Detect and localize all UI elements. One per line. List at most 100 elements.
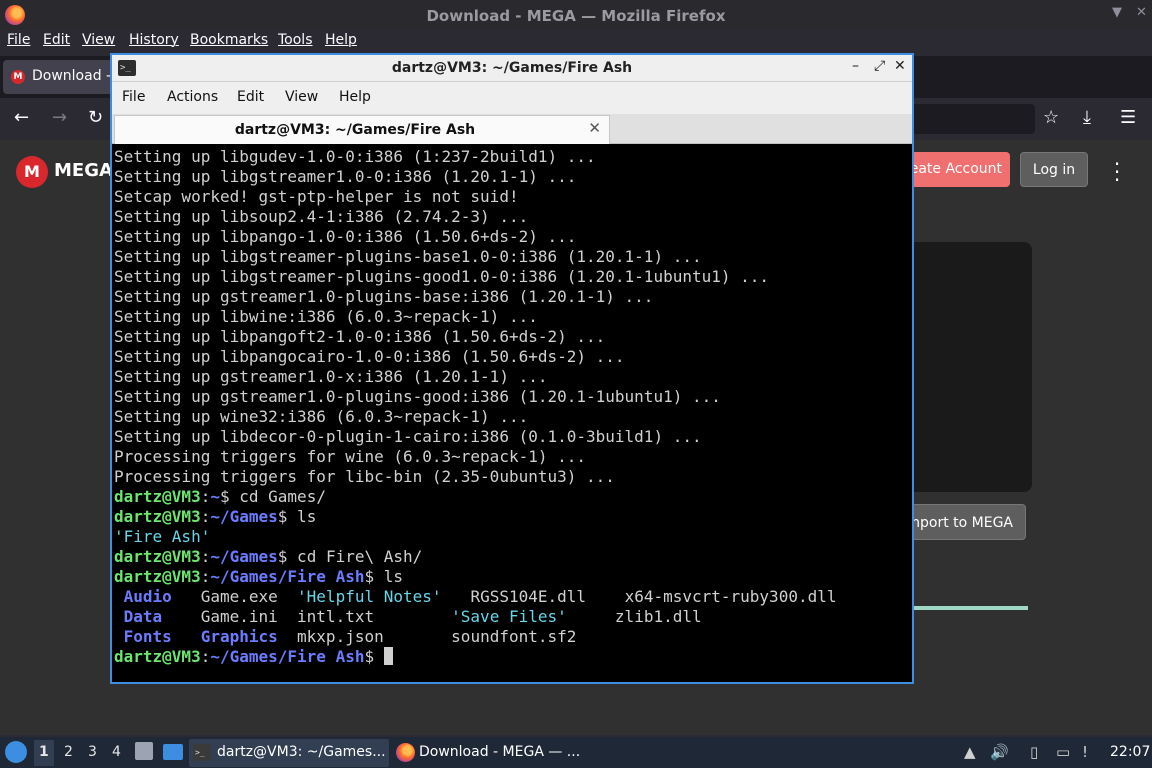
volume-icon[interactable]: 🔊 (990, 743, 1009, 761)
minimize-icon[interactable]: – (852, 58, 859, 74)
bookmark-star-icon[interactable]: ☆ (1043, 107, 1059, 128)
terminal-task-label: dartz@VM3: ~/Games... (217, 744, 386, 760)
ls-entry: 'Save Files' (451, 607, 567, 626)
term-menu-edit[interactable]: Edit (237, 89, 264, 105)
command-text: cd Fire\ Ash/ (287, 547, 423, 566)
prompt-user: dartz@VM3 (114, 547, 201, 566)
output-line: Processing triggers for wine (6.0.3~repa… (114, 447, 587, 466)
menu-file[interactable]: File (7, 32, 30, 48)
show-desktop-icon[interactable] (163, 744, 183, 760)
output-line: Setting up libwine:i386 (6.0.3~repack-1)… (114, 307, 538, 326)
term-menu-actions[interactable]: Actions (167, 89, 218, 105)
prompt-dollar: $ (219, 487, 230, 506)
ls-output-line: Data Game.ini intl.txt 'Save Files' zlib… (114, 607, 910, 627)
close-icon[interactable]: ✕ (1136, 5, 1147, 20)
workspace-2[interactable]: 2 (64, 744, 73, 760)
mega-wordmark[interactable]: MEGA (54, 160, 113, 181)
output-line: Setting up gstreamer1.0-x:i386 (1.20.1-1… (114, 367, 548, 386)
ls-spacing (172, 587, 201, 606)
ls-entry: Audio (114, 587, 172, 606)
command-text: ls (287, 507, 317, 526)
ls-spacing (586, 587, 625, 606)
terminal-output[interactable]: Setting up libgudev-1.0-0:i386 (1:237-2b… (114, 147, 910, 682)
command-line: dartz@VM3:~/Games/Fire Ash$ ls (114, 567, 910, 587)
ls-entry: x64-msvcrt-ruby300.dll (624, 587, 837, 606)
mega-logo-icon[interactable]: M (16, 156, 48, 188)
command-line: dartz@VM3:~/Games$ cd Fire\ Ash/ (114, 547, 910, 567)
workspace-1[interactable]: 1 (39, 744, 49, 760)
ls-output-line: Fonts Graphics mkxp.json soundfont.sf2 (114, 627, 910, 647)
prompt-sep: : (200, 507, 211, 526)
prompt-sep: : (200, 547, 211, 566)
output-line: Setting up gstreamer1.0-plugins-base:i38… (114, 287, 654, 306)
url-bar[interactable] (905, 104, 1035, 134)
ls-entry: Graphics (200, 627, 278, 646)
taskbar-terminal-task[interactable]: >_ dartz@VM3: ~/Games... (189, 739, 389, 767)
menu-help[interactable]: Help (325, 32, 357, 48)
output-line: Setting up libpangocairo-1.0-0:i386 (1.5… (114, 347, 625, 366)
minimize-icon[interactable]: ▼ (1112, 5, 1122, 20)
menu-view[interactable]: View (82, 32, 115, 48)
back-icon[interactable]: ← (14, 107, 29, 128)
prompt-sep: : (200, 567, 211, 586)
prompt-dollar: $ (364, 567, 375, 586)
menu-tools[interactable]: Tools (278, 32, 313, 48)
ls-entry: Fonts (114, 627, 172, 646)
prompt-path: ~ (210, 487, 220, 506)
taskbar-firefox-task[interactable]: Download - MEGA — ... (393, 739, 593, 767)
network-icon[interactable]: ▭ (1056, 743, 1070, 761)
notification-icon[interactable]: ! (1082, 743, 1088, 761)
tray-up-arrow-icon[interactable]: ▲ (964, 743, 976, 761)
more-options-icon[interactable]: · · · (1112, 154, 1122, 190)
terminal-titlebar[interactable]: >_ dartz@VM3: ~/Games/Fire Ash – ⤢ ✕ (112, 55, 912, 82)
ls-entry: 'Helpful Notes' (297, 587, 442, 606)
menu-history[interactable]: History (129, 32, 179, 48)
terminal-tab[interactable]: dartz@VM3: ~/Games/Fire Ash ✕ (114, 115, 610, 144)
clock: 22:07 (1110, 744, 1151, 760)
current-prompt-line: dartz@VM3:~/Games/Fire Ash$ (114, 647, 910, 667)
downloads-icon[interactable]: ⤓ (1083, 107, 1091, 128)
import-to-mega-button[interactable]: mport to MEGA (898, 504, 1026, 540)
prompt-sep: : (200, 647, 211, 666)
maximize-icon[interactable]: ⤢ (874, 58, 885, 74)
prompt-path: ~/Games/Fire Ash (210, 647, 365, 666)
firefox-task-icon (396, 743, 415, 762)
login-button[interactable]: Log in (1020, 152, 1088, 187)
menu-bookmarks[interactable]: Bookmarks (190, 32, 268, 48)
ls-entry-quoted-dir: 'Fire Ash' (114, 527, 211, 546)
ls-spacing (567, 607, 615, 626)
workspace-4[interactable]: 4 (112, 744, 121, 760)
hamburger-menu-icon[interactable]: ☰ (1120, 107, 1136, 128)
firefox-titlebar: Download - MEGA — Mozilla Firefox ▼ ✕ (0, 0, 1152, 30)
ls-entry: Game.ini (200, 607, 278, 626)
tab-close-icon[interactable]: ✕ (588, 119, 601, 137)
ls-entry: mkxp.json (297, 627, 384, 646)
workspace-3[interactable]: 3 (88, 744, 97, 760)
forward-icon[interactable]: → (52, 107, 67, 128)
start-menu-icon[interactable] (5, 741, 27, 763)
command-text: ls (374, 567, 404, 586)
term-menu-view[interactable]: View (285, 89, 318, 105)
prompt-path: ~/Games (210, 547, 278, 566)
ls-spacing (278, 627, 297, 646)
taskbar: 1 2 3 4 >_ dartz@VM3: ~/Games... Downloa… (0, 737, 1152, 768)
prompt-path: ~/Games/Fire Ash (210, 567, 365, 586)
prompt-user: dartz@VM3 (114, 567, 201, 586)
ls-entry: Game.exe (200, 587, 278, 606)
ls-entry: soundfont.sf2 (451, 627, 577, 646)
output-line: Setting up libgstreamer-plugins-good1.0-… (114, 267, 770, 286)
create-account-button[interactable]: eate Account (898, 152, 1010, 187)
term-menu-file[interactable]: File (122, 89, 145, 105)
tab-download-mega[interactable]: M Download - (3, 60, 123, 94)
ls-entry: intl.txt (297, 607, 375, 626)
mega-favicon-icon: M (11, 70, 25, 84)
output-line: Setting up libgudev-1.0-0:i386 (1:237-2b… (114, 147, 596, 166)
file-manager-icon[interactable] (135, 742, 153, 760)
menu-edit[interactable]: Edit (43, 32, 70, 48)
clipboard-icon[interactable]: ▯ (1030, 743, 1038, 761)
close-icon[interactable]: ✕ (894, 58, 906, 74)
term-menu-help[interactable]: Help (339, 89, 371, 105)
reload-icon[interactable]: ↻ (88, 107, 103, 128)
command-line: dartz@VM3:~/Games$ ls (114, 507, 910, 527)
